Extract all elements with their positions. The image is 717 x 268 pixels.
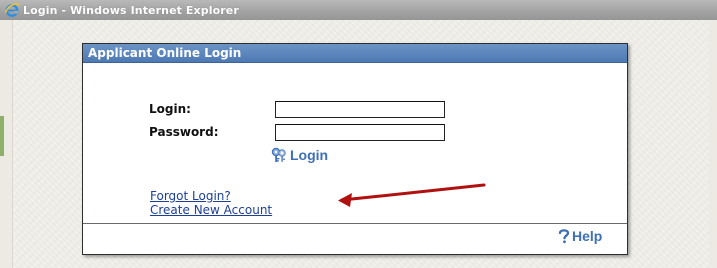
window-titlebar: Login - Windows Internet Explorer <box>0 0 717 20</box>
page-background: Applicant Online Login Login: Password: <box>0 20 717 268</box>
keys-icon <box>271 147 289 163</box>
password-input[interactable] <box>275 124 445 141</box>
login-label: Login: <box>149 102 191 116</box>
internet-explorer-icon <box>4 2 20 18</box>
red-arrow-icon <box>338 183 486 207</box>
window-title: Login - Windows Internet Explorer <box>23 3 239 17</box>
login-input[interactable] <box>275 101 445 118</box>
login-panel: Applicant Online Login Login: Password: <box>82 43 628 255</box>
panel-title: Applicant Online Login <box>88 46 242 60</box>
login-button[interactable]: Login <box>271 147 328 163</box>
right-frame <box>709 20 717 268</box>
forgot-login-link[interactable]: Forgot Login? <box>150 189 231 203</box>
help-button-label: Help <box>572 228 603 244</box>
left-frame <box>0 20 13 268</box>
footer-divider <box>83 223 627 224</box>
left-frame-accent <box>0 116 4 156</box>
password-label: Password: <box>149 125 219 139</box>
create-account-link[interactable]: Create New Account <box>150 203 272 217</box>
help-button[interactable]: Help <box>557 228 602 244</box>
login-button-label: Login <box>290 147 329 163</box>
panel-header: Applicant Online Login <box>83 44 627 63</box>
question-mark-icon <box>557 228 571 244</box>
